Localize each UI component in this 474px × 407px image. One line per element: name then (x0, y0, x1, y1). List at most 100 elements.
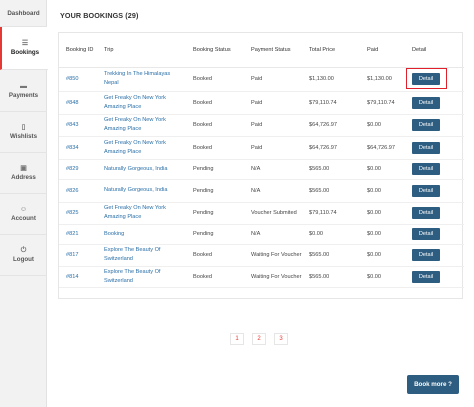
total-price: $0.00 (302, 224, 360, 245)
booking-id-link[interactable]: #814 (59, 266, 97, 288)
sidebar-item-payments[interactable]: ▬ Payments (0, 70, 47, 112)
main-content: YOUR BOOKINGS (29) Booking ID Trip Booki… (47, 0, 474, 407)
detail-cell: Detail (405, 202, 464, 225)
list-icon: ☰ (21, 40, 29, 47)
book-more-button[interactable]: Book more ? (407, 375, 459, 394)
detail-button[interactable]: Detail (412, 119, 440, 131)
total-price: $64,726.97 (302, 136, 360, 160)
total-price: $64,726.97 (302, 114, 360, 137)
trip-link[interactable]: Explore The Beauty Of Switzerland (97, 266, 186, 288)
booking-id-link[interactable]: #843 (59, 114, 97, 137)
sidebar-item-label: Payments (8, 91, 39, 99)
sidebar-item-label: Dashboard (7, 9, 40, 17)
paid-amount: $1,130.00 (360, 67, 405, 92)
detail-cell: Detail (405, 114, 464, 137)
paid-amount: $0.00 (360, 179, 405, 203)
table-row: #843 Get Freaky On New York Amazing Place… (59, 114, 464, 137)
booking-status: Booked (186, 114, 244, 137)
trip-link[interactable]: Booking (97, 224, 186, 245)
trip-link[interactable]: Get Freaky On New York Amazing Place (97, 114, 186, 137)
payment-status: Paid (244, 114, 302, 137)
booking-id-link[interactable]: #817 (59, 244, 97, 267)
column-header-booking-id: Booking ID (59, 33, 97, 68)
trip-link[interactable]: Get Freaky On New York Amazing Place (97, 136, 186, 160)
detail-cell: Detail (405, 179, 464, 203)
detail-button[interactable]: Detail (412, 96, 440, 109)
detail-button[interactable]: Detail (412, 141, 440, 154)
booking-status: Pending (186, 159, 244, 180)
booking-status: Pending (186, 224, 244, 245)
booking-status: Booked (186, 136, 244, 160)
table-row: #826 Naturally Gorgeous, India Pending N/A $… (59, 179, 464, 203)
payment-status: N/A (244, 159, 302, 180)
booking-id-link[interactable]: #848 (59, 91, 97, 115)
page-title: YOUR BOOKINGS (29) (60, 11, 139, 20)
booking-id-link[interactable]: #826 (59, 179, 97, 203)
booking-id-link[interactable]: #850 (59, 67, 97, 92)
trip-link[interactable]: Get Freaky On New York Amazing Place (97, 91, 186, 115)
total-price: $565.00 (302, 266, 360, 288)
booking-id-link[interactable]: #825 (59, 202, 97, 225)
sidebar-item-bookings[interactable]: ☰ Bookings (0, 27, 48, 70)
detail-button[interactable]: Detail (412, 207, 440, 219)
booking-status: Booked (186, 244, 244, 267)
sidebar-item-address[interactable]: ▣ Address (0, 153, 47, 194)
payment-status: N/A (244, 179, 302, 203)
card-icon: ▬ (20, 82, 27, 90)
sidebar-item-dashboard[interactable]: Dashboard (0, 0, 47, 27)
detail-cell: Detail (405, 67, 464, 92)
table-row: #817 Explore The Beauty Of Switzerland Boo… (59, 244, 464, 267)
trip-link[interactable]: Explore The Beauty Of Switzerland (97, 244, 186, 267)
page-link-3[interactable]: 3 (274, 333, 288, 345)
detail-cell: Detail (405, 159, 464, 180)
detail-button[interactable]: Detail (412, 228, 440, 240)
booking-id-link[interactable]: #834 (59, 136, 97, 160)
detail-button[interactable]: Detail (412, 270, 440, 283)
detail-button[interactable]: Detail (412, 184, 440, 197)
address-icon: ▣ (20, 165, 27, 172)
trip-link[interactable]: Naturally Gorgeous, India (97, 159, 186, 180)
booking-status: Pending (186, 202, 244, 225)
sidebar: Dashboard ☰ Bookings ▬ Payments ▯ Wishli… (0, 0, 48, 407)
total-price: $1,130.00 (302, 67, 360, 92)
total-price: $79,110.74 (302, 91, 360, 115)
paid-amount: $79,110.74 (360, 91, 405, 115)
trip-link[interactable]: Get Freaky On New York Amazing Place (97, 202, 186, 225)
detail-cell: Detail (405, 136, 464, 160)
trip-link[interactable]: Naturally Gorgeous, India (97, 179, 186, 203)
booking-id-link[interactable]: #821 (59, 224, 97, 245)
table-header-row: Booking ID Trip Booking Status Payment S… (59, 33, 464, 68)
detail-cell: Detail (405, 91, 464, 115)
detail-cell: Detail (405, 224, 464, 245)
column-header-detail: Detail (405, 33, 464, 68)
detail-cell: Detail (405, 244, 464, 267)
payment-status: Paid (244, 91, 302, 115)
total-price: $79,110.74 (302, 202, 360, 225)
sidebar-item-account[interactable]: ☺ Account (0, 194, 47, 235)
detail-button[interactable]: Detail (412, 249, 440, 261)
payment-status: Paid (244, 136, 302, 160)
table-row: #850 Trekking In The Himalayas Nepal Booke… (59, 67, 464, 92)
payment-status: Voucher Submited (244, 202, 302, 225)
column-header-paid: Paid (360, 33, 405, 68)
table-row: #829 Naturally Gorgeous, India Pending N/A $… (59, 159, 464, 180)
table-row: #848 Get Freaky On New York Amazing Place… (59, 91, 464, 115)
sidebar-item-wishlists[interactable]: ▯ Wishlists (0, 112, 47, 153)
page-link-1[interactable]: 1 (230, 333, 244, 345)
user-icon: ☺ (19, 206, 28, 213)
booking-id-link[interactable]: #829 (59, 159, 97, 180)
detail-button[interactable]: Detail (412, 163, 440, 175)
trip-link[interactable]: Trekking In The Himalayas Nepal (97, 67, 186, 92)
page-link-2[interactable]: 2 (252, 333, 266, 345)
bookings-card: Booking ID Trip Booking Status Payment S… (58, 32, 464, 299)
bookings-page: Dashboard ☰ Bookings ▬ Payments ▯ Wishli… (0, 0, 474, 407)
payment-status: Paid (244, 67, 302, 92)
paid-amount: $0.00 (360, 202, 405, 225)
paid-amount: $0.00 (360, 266, 405, 288)
total-price: $565.00 (302, 179, 360, 203)
sidebar-item-logout[interactable]: ⏻ Logout (0, 235, 47, 276)
paid-amount: $64,726.97 (360, 136, 405, 160)
detail-button[interactable]: Detail (412, 73, 440, 85)
booking-status: Booked (186, 67, 244, 92)
sidebar-item-label: Account (11, 215, 36, 222)
